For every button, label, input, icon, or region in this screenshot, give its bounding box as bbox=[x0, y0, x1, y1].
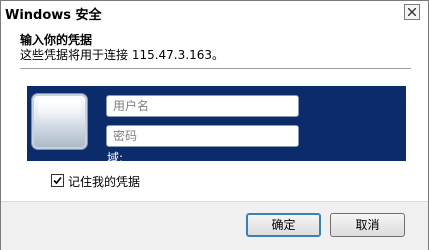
user-tile-icon bbox=[32, 94, 87, 149]
dialog-subheading: 这些凭据将用于连接 115.47.3.163。 bbox=[20, 48, 224, 62]
checkmark-icon bbox=[53, 176, 62, 185]
window-title: Windows 安全 bbox=[5, 8, 102, 23]
title-bar[interactable]: Windows 安全 bbox=[1, 1, 428, 23]
credential-panel: 域: bbox=[27, 86, 406, 165]
user-tile-gloss bbox=[38, 99, 81, 119]
remember-label: 记住我的凭据 bbox=[68, 175, 141, 189]
close-icon bbox=[408, 8, 416, 16]
username-input[interactable] bbox=[106, 95, 299, 117]
header-divider bbox=[20, 68, 411, 69]
remember-checkbox[interactable] bbox=[51, 174, 64, 187]
security-dialog: Windows 安全 输入你的凭据 这些凭据将用于连接 115.47.3.163… bbox=[0, 0, 429, 250]
domain-label: 域: bbox=[107, 151, 124, 165]
cancel-button[interactable]: 取消 bbox=[330, 213, 405, 237]
password-input[interactable] bbox=[106, 125, 299, 147]
ok-button[interactable]: 确定 bbox=[246, 213, 321, 237]
button-bar: 确定 取消 bbox=[1, 201, 428, 250]
close-button[interactable] bbox=[404, 4, 420, 20]
